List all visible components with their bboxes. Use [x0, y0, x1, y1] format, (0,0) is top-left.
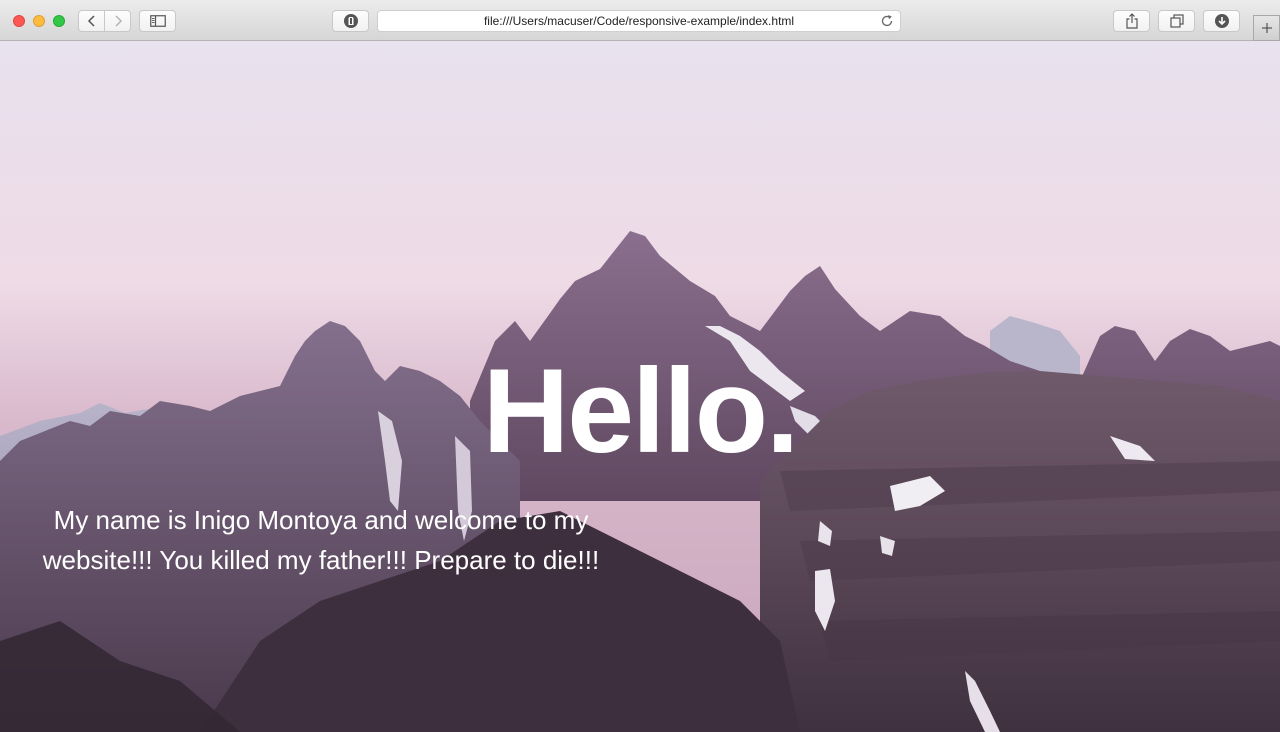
downloads-button[interactable] [1203, 10, 1240, 32]
browser-toolbar: file:///Users/macuser/Code/responsive-ex… [0, 0, 1280, 41]
download-icon [1214, 14, 1229, 28]
privacy-report-button[interactable] [332, 10, 369, 32]
tabs-overview-icon [1169, 14, 1184, 28]
chevron-left-icon [87, 15, 95, 27]
new-tab-button[interactable] [1253, 15, 1280, 41]
address-bar[interactable]: file:///Users/macuser/Code/responsive-ex… [377, 10, 901, 32]
reload-icon[interactable] [880, 14, 894, 28]
sidebar-toggle-button[interactable] [139, 10, 176, 32]
shield-icon [343, 14, 358, 28]
page-viewport: Hello. My name is Inigo Montoya and welc… [0, 41, 1280, 732]
browser-window: file:///Users/macuser/Code/responsive-ex… [0, 0, 1280, 732]
close-window-button[interactable] [13, 15, 25, 27]
page-heading: Hello. [482, 344, 800, 478]
plus-icon [1261, 23, 1272, 33]
forward-button[interactable] [104, 10, 131, 32]
share-button[interactable] [1113, 10, 1150, 32]
share-icon [1125, 13, 1138, 29]
chevron-right-icon [114, 15, 122, 27]
intro-paragraph: My name is Inigo Montoya and welcome to … [42, 505, 600, 575]
sidebar-icon [149, 15, 166, 27]
minimize-window-button[interactable] [33, 15, 45, 27]
address-url[interactable]: file:///Users/macuser/Code/responsive-ex… [378, 14, 900, 28]
back-button[interactable] [78, 10, 105, 32]
zoom-window-button[interactable] [53, 15, 65, 27]
tab-overview-button[interactable] [1158, 10, 1195, 32]
